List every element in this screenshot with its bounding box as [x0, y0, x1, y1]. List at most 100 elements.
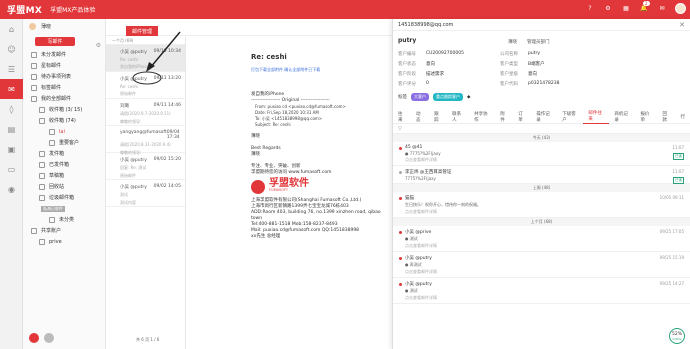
owner-label[interactable]: 薄晓	[508, 39, 517, 45]
sidebar-item[interactable]: 收件箱 (74)	[23, 115, 105, 126]
customer-tab[interactable]: 操作记录	[531, 110, 557, 124]
mail-list-item[interactable]: 刘璐 09/11 14:46 请假(2020.9.7-2020.9.11) 尊敬的领导…	[106, 99, 185, 126]
customer-tab[interactable]: 行	[676, 110, 690, 124]
folder-icon	[39, 194, 45, 201]
customer-tab[interactable]: 商机记录	[609, 110, 635, 124]
customer-tab[interactable]: 往来	[393, 110, 411, 124]
info-value: 意向	[426, 62, 435, 67]
mail-from: 小吴 @putry	[120, 158, 147, 163]
sidebar-item-label: 我的全部邮件	[41, 96, 72, 102]
sidebar-item[interactable]: 发件箱	[23, 148, 105, 159]
customer-tab[interactable]: 邮件往来	[583, 110, 610, 124]
status-dot	[399, 171, 402, 174]
status-dot	[399, 283, 402, 286]
sidebar-item[interactable]: 垃圾邮件箱	[23, 192, 105, 203]
sidebar-item[interactable]: lai	[23, 126, 105, 137]
sidebar-item[interactable]: 标签邮件	[23, 82, 105, 93]
sidebar-settings-icon[interactable]: ⚙	[96, 42, 101, 49]
customer-tag[interactable]: 重点跟踪客户	[433, 93, 463, 101]
folder-icon	[39, 238, 45, 245]
read-badge: 已读	[673, 177, 684, 184]
mail-date: 09/02 15:20	[153, 157, 181, 162]
status-dot	[399, 197, 402, 200]
mail-list-item[interactable]: yangyang@fumasoft 09/04 17:34 请假(2020.8.31…	[106, 126, 185, 155]
info-key: 客户评分	[398, 82, 416, 87]
mail-list-item[interactable]: 小吴 @putry 09/02 15:20 回复: Re: 测试 原始邮件	[106, 153, 185, 180]
mail-list-item[interactable]: 小吴 @putry 09/18 10:34 Re: ceshi 发自我的iPhone	[106, 45, 185, 72]
chat-icon[interactable]: ✉	[657, 4, 667, 14]
sidebar-item[interactable]: 回收站	[23, 181, 105, 192]
sidebar-item[interactable]: 收件箱 (3/ 15)	[23, 104, 105, 115]
tag-icon[interactable]: ◆	[467, 95, 470, 100]
sidebar-item[interactable]: 共享账户	[23, 225, 105, 236]
customer-tab[interactable]: 下级客户	[557, 110, 583, 124]
shield-icon[interactable]: ◊	[0, 99, 23, 119]
sidebar-item-label: 标签邮件	[41, 85, 62, 91]
mail-desc: 回复: Re: 测试	[120, 165, 147, 170]
settings-icon[interactable]: ⚙	[603, 4, 613, 14]
mail-list-items: 小吴 @putry 09/18 10:34 Re: ceshi 发自我的iPhone 小…	[106, 45, 185, 207]
mail-desc: 请假(2020.8.31-2020.9.4)	[120, 142, 171, 147]
feed-entry-line: ● 7775?%2F(jaxy	[405, 151, 441, 156]
list-icon[interactable]: ☰	[0, 59, 23, 79]
help-icon[interactable]: ?	[585, 4, 595, 14]
sidebar-item[interactable]: 未分类	[23, 214, 105, 225]
sidebar-item[interactable]: 星标邮件	[23, 60, 105, 71]
feed-entry[interactable]: 猫猫 生日快乐！祝你开心，惜伟你一刻的祝福。 点击查看邮件详情 10/05 09:11	[393, 192, 690, 218]
sidebar-item-label: lai	[59, 128, 65, 135]
calendar-icon[interactable]: ▣	[0, 139, 23, 159]
sidebar-tag-label: 私海已收件	[41, 205, 65, 212]
mail-list-pager[interactable]: 共 6 页 1 / 6	[136, 337, 159, 343]
attachment-bar[interactable]: 打包下载全部附件 确认全部附件已下载	[251, 67, 392, 73]
folder-icon[interactable]: ▭	[0, 159, 23, 179]
folder-icon	[31, 227, 37, 234]
folder-icon	[31, 73, 37, 80]
people-icon[interactable]: ☺	[0, 39, 23, 59]
customer-tag[interactable]: 大客户	[411, 93, 429, 101]
sidebar-item[interactable]: 未分发邮件	[23, 49, 105, 60]
mail-list-header: 一个月 (69)	[106, 37, 185, 45]
filter-icon[interactable]: ▽	[393, 124, 690, 134]
tab-mail-management[interactable]: 邮件管理	[126, 26, 159, 36]
customer-tab[interactable]: 附件	[495, 110, 513, 124]
mail-icon[interactable]: ✉	[0, 79, 23, 99]
contacts-app-icon[interactable]	[44, 333, 54, 343]
mail-list-item[interactable]: 小吴 @putry 09/02 14:05 测试 测试内容	[106, 180, 185, 207]
user-avatar[interactable]	[675, 3, 686, 14]
feed-entry-title: 小吴 @prive	[405, 230, 432, 235]
grid-icon[interactable]: ▦	[621, 4, 631, 14]
customer-tab[interactable]: 跟踪	[429, 110, 447, 124]
feed-entry[interactable]: 小吴 @prive ● 测试 点击查看邮件详情 09/25 17:05	[393, 226, 690, 252]
compose-button[interactable]: 写邮件	[35, 37, 75, 46]
sidebar-item[interactable]: prive	[23, 236, 105, 247]
close-icon[interactable]: ✕	[679, 21, 685, 29]
mail-app-icon[interactable]	[29, 333, 39, 343]
feed-entry-time: 09/25 14:27	[659, 281, 684, 286]
sidebar-item[interactable]: 草稿箱	[23, 170, 105, 181]
customer-tab[interactable]: 订单	[513, 110, 531, 124]
sidebar-item[interactable]: 已发件箱	[23, 159, 105, 170]
sidebar-item[interactable]: 待办事项列表	[23, 71, 105, 82]
customer-tab[interactable]: 动态	[411, 110, 429, 124]
sidebar-item[interactable]: 我的全部邮件	[23, 93, 105, 104]
folder-icon	[49, 216, 55, 223]
sidebar-item[interactable]: 重要客户	[23, 137, 105, 148]
home-icon[interactable]: ⌂	[0, 19, 23, 39]
pin-icon[interactable]: ◉	[0, 179, 23, 199]
feed-entry[interactable]: 李正炜 @王西耳高管证 7775?%2F(jaxy 11:07 已读	[393, 166, 690, 184]
customer-tab[interactable]: 联系人	[447, 110, 469, 124]
mail-list-item[interactable]: 小吴 @putry 09/11 13:20 Re: ceshi 原始邮件	[106, 72, 185, 99]
feed-entry[interactable]: 小吴 @putry ● 再测试 点击查看邮件详情 09/25 15:19	[393, 252, 690, 278]
chart-icon[interactable]: ▤	[0, 119, 23, 139]
customer-tab[interactable]: 报价单	[635, 110, 657, 124]
department-label[interactable]: 管理员部门	[527, 39, 550, 45]
feed-day-header: 上个月 (68)	[393, 218, 690, 226]
bell-icon[interactable]: 🔔 2	[639, 0, 650, 14]
mail-footer-line: ADD:Room 403, building 76, no.1399 xinzh…	[251, 210, 381, 221]
sidebar-user[interactable]: 薄晓	[23, 19, 105, 33]
customer-tab[interactable]: 共享协作	[469, 110, 495, 124]
customer-tab[interactable]: 回款	[657, 110, 675, 124]
folder-icon	[31, 51, 37, 58]
feed-entry[interactable]: 45 @41 ● 7775?%2F(jaxy 点击查看邮件详情 11:07 已读	[393, 142, 690, 166]
feed-entry[interactable]: 小吴 @putry ● 测试 点击查看邮件详情 09/25 14:27	[393, 278, 690, 304]
